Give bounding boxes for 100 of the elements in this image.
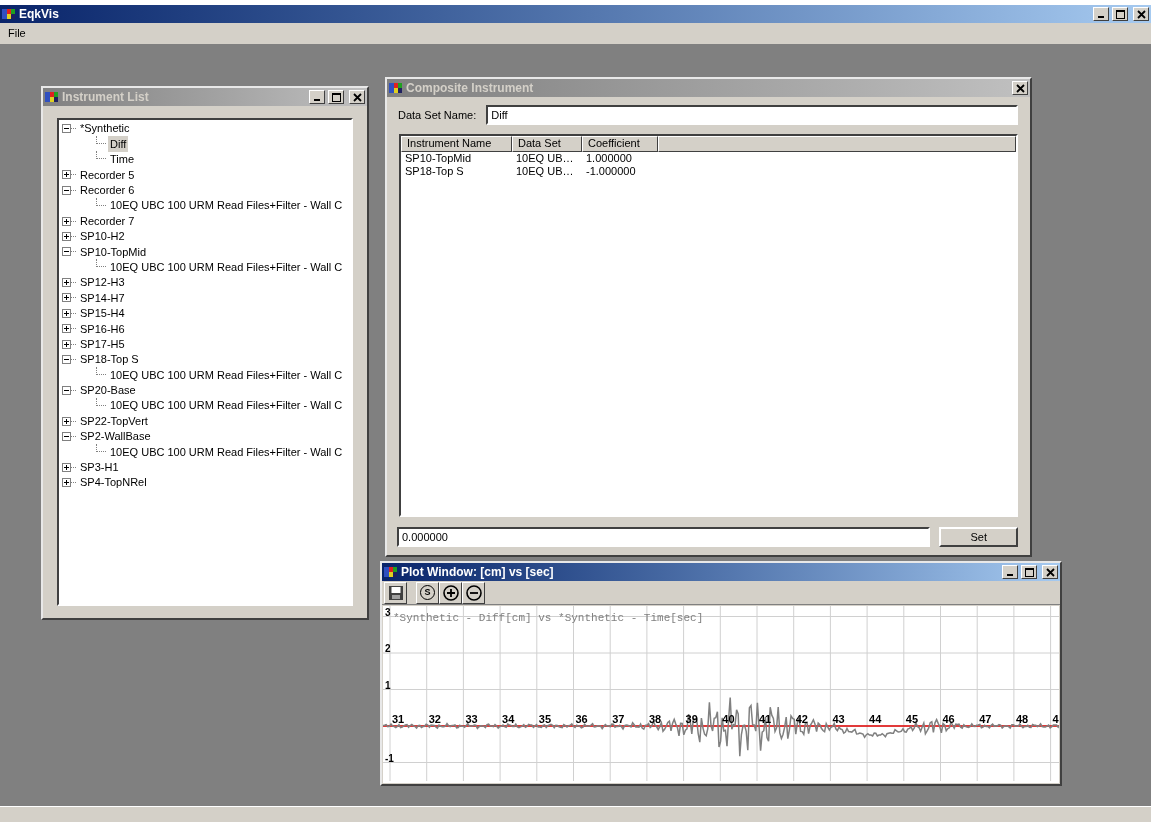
column-header[interactable]: Coefficient	[582, 136, 658, 152]
coefficient-field[interactable]: 0.000000	[397, 527, 931, 547]
close-icon	[1013, 82, 1027, 94]
minimize-button[interactable]	[1093, 7, 1109, 21]
collapse-icon[interactable]	[62, 247, 71, 257]
window-title: Composite Instrument	[406, 80, 534, 97]
expand-icon[interactable]	[62, 416, 71, 426]
x-tick-label: 34	[502, 714, 515, 725]
tree-item[interactable]: SP2-WallBase	[78, 428, 153, 445]
save-button[interactable]	[384, 581, 407, 604]
window-title: Plot Window: [cm] vs [sec]	[401, 564, 554, 581]
set-button[interactable]: Set	[939, 527, 1018, 547]
column-header[interactable]: Instrument Name	[401, 136, 512, 152]
tree-item[interactable]: SP10-H2	[78, 228, 127, 245]
collapse-icon[interactable]	[62, 385, 71, 395]
tree-item[interactable]: SP12-H3	[78, 274, 127, 291]
zoom-in-button[interactable]	[439, 581, 462, 604]
tree-item[interactable]: 10EQ UBC 100 URM Read Files+Filter - Wall C	[108, 366, 345, 384]
minimize-icon	[314, 99, 320, 101]
tree-item[interactable]: Recorder 5	[78, 166, 137, 184]
collapse-icon[interactable]	[62, 355, 71, 365]
tree-item[interactable]: SP3-H1	[78, 459, 121, 476]
tree-item[interactable]: SP16-H6	[78, 320, 127, 338]
tree-item[interactable]: Recorder 7	[78, 212, 137, 230]
x-tick-label: 48	[1015, 714, 1029, 725]
maximize-button[interactable]	[328, 90, 344, 104]
x-tick-label: 38	[648, 714, 662, 725]
tree-item[interactable]: SP15-H4	[78, 305, 127, 322]
table-cell-text: SP18-Top S	[404, 165, 465, 178]
x-tick-label: 41	[759, 714, 772, 725]
column-header[interactable]: Data Set	[512, 136, 582, 152]
tree-item[interactable]: 10EQ UBC 100 URM Read Files+Filter - Wall C	[108, 397, 345, 414]
expand-icon[interactable]	[62, 462, 71, 472]
menu-item[interactable]: File	[6, 25, 28, 42]
close-button[interactable]	[1133, 7, 1149, 21]
maximize-icon	[1113, 8, 1127, 20]
tree-item[interactable]: Recorder 6	[78, 182, 137, 199]
x-tick-label: 39	[685, 714, 698, 725]
title-bar[interactable]: EqkVis	[0, 5, 1151, 23]
tree-item[interactable]: 10EQ UBC 100 URM Read Files+Filter - Wall C	[108, 258, 345, 276]
title-bar[interactable]: Plot Window: [cm] vs [sec]	[382, 563, 1060, 581]
x-tick-label: 46	[942, 714, 955, 725]
x-tick-label: 4	[1052, 714, 1059, 725]
maximize-icon	[1022, 566, 1036, 578]
minimize-button[interactable]	[1002, 565, 1018, 579]
collapse-icon[interactable]	[62, 124, 71, 134]
expand-icon[interactable]	[62, 339, 71, 349]
tree-item[interactable]: Diff	[108, 135, 129, 153]
expand-icon[interactable]	[62, 278, 71, 288]
tree-item[interactable]: SP22-TopVert	[78, 412, 150, 430]
collapse-icon[interactable]	[62, 432, 71, 441]
zoom-in-icon	[442, 584, 459, 601]
x-tick-label: 36	[575, 714, 588, 725]
maximize-icon	[329, 91, 343, 103]
expand-icon[interactable]	[62, 231, 71, 241]
y-tick-label: 2	[385, 644, 391, 654]
tree-item[interactable]: 10EQ UBC 100 URM Read Files+Filter - Wall C	[108, 443, 345, 461]
expand-icon[interactable]	[62, 478, 71, 488]
tree-item[interactable]: SP20-Base	[78, 382, 138, 399]
table-cell-text: 1.000000	[585, 152, 633, 165]
field-label: Data Set Name:	[398, 107, 477, 123]
collapse-icon[interactable]	[62, 185, 71, 195]
y-tick-label: 1	[385, 680, 391, 691]
minimize-button[interactable]	[309, 90, 325, 104]
x-tick-label: 45	[905, 714, 919, 725]
x-tick-label: 31	[392, 714, 405, 725]
expand-icon[interactable]	[62, 324, 71, 334]
window-title: EqkVis	[19, 6, 59, 23]
tree-item[interactable]: SP14-H7	[78, 289, 127, 307]
expand-icon[interactable]	[62, 216, 71, 226]
close-button[interactable]	[349, 90, 365, 104]
close-button[interactable]	[1042, 565, 1058, 579]
expand-icon[interactable]	[62, 308, 71, 318]
window-icon	[389, 82, 403, 94]
x-tick-label: 47	[979, 714, 992, 725]
maximize-button[interactable]	[1021, 565, 1037, 579]
tree-item[interactable]: SP17-H5	[78, 335, 127, 353]
window-icon	[2, 8, 16, 20]
tree-item[interactable]: SP4-TopNRel	[78, 474, 149, 491]
x-tick-label: 32	[428, 714, 441, 725]
y-tick-label: 3	[385, 607, 391, 618]
plot-caption: *Synthetic - Diff[cm] vs *Synthetic - Time[sec]	[393, 611, 704, 626]
tree-item[interactable]: SP10-TopMid	[78, 243, 149, 261]
close-button[interactable]	[1012, 81, 1028, 95]
expand-icon[interactable]	[62, 170, 71, 180]
tree-item[interactable]: SP18-Top S	[78, 351, 141, 368]
close-icon	[350, 91, 364, 103]
minimize-icon	[1098, 16, 1104, 18]
tree-item[interactable]: *Synthetic	[78, 120, 132, 137]
zoom-out-button[interactable]	[462, 581, 485, 604]
maximize-button[interactable]	[1112, 7, 1128, 21]
y-tick-label: -1	[385, 753, 394, 764]
tree-item[interactable]: 10EQ UBC 100 URM Read Files+Filter - Wall C	[108, 197, 345, 214]
name-field[interactable]: Diff	[486, 105, 1018, 125]
window-icon	[45, 91, 59, 103]
expand-icon[interactable]	[62, 293, 71, 303]
save-icon	[387, 584, 404, 601]
x-tick-label: 43	[832, 714, 845, 725]
toolbar-button[interactable]: S	[416, 581, 439, 604]
tree-item[interactable]: Time	[108, 151, 137, 168]
